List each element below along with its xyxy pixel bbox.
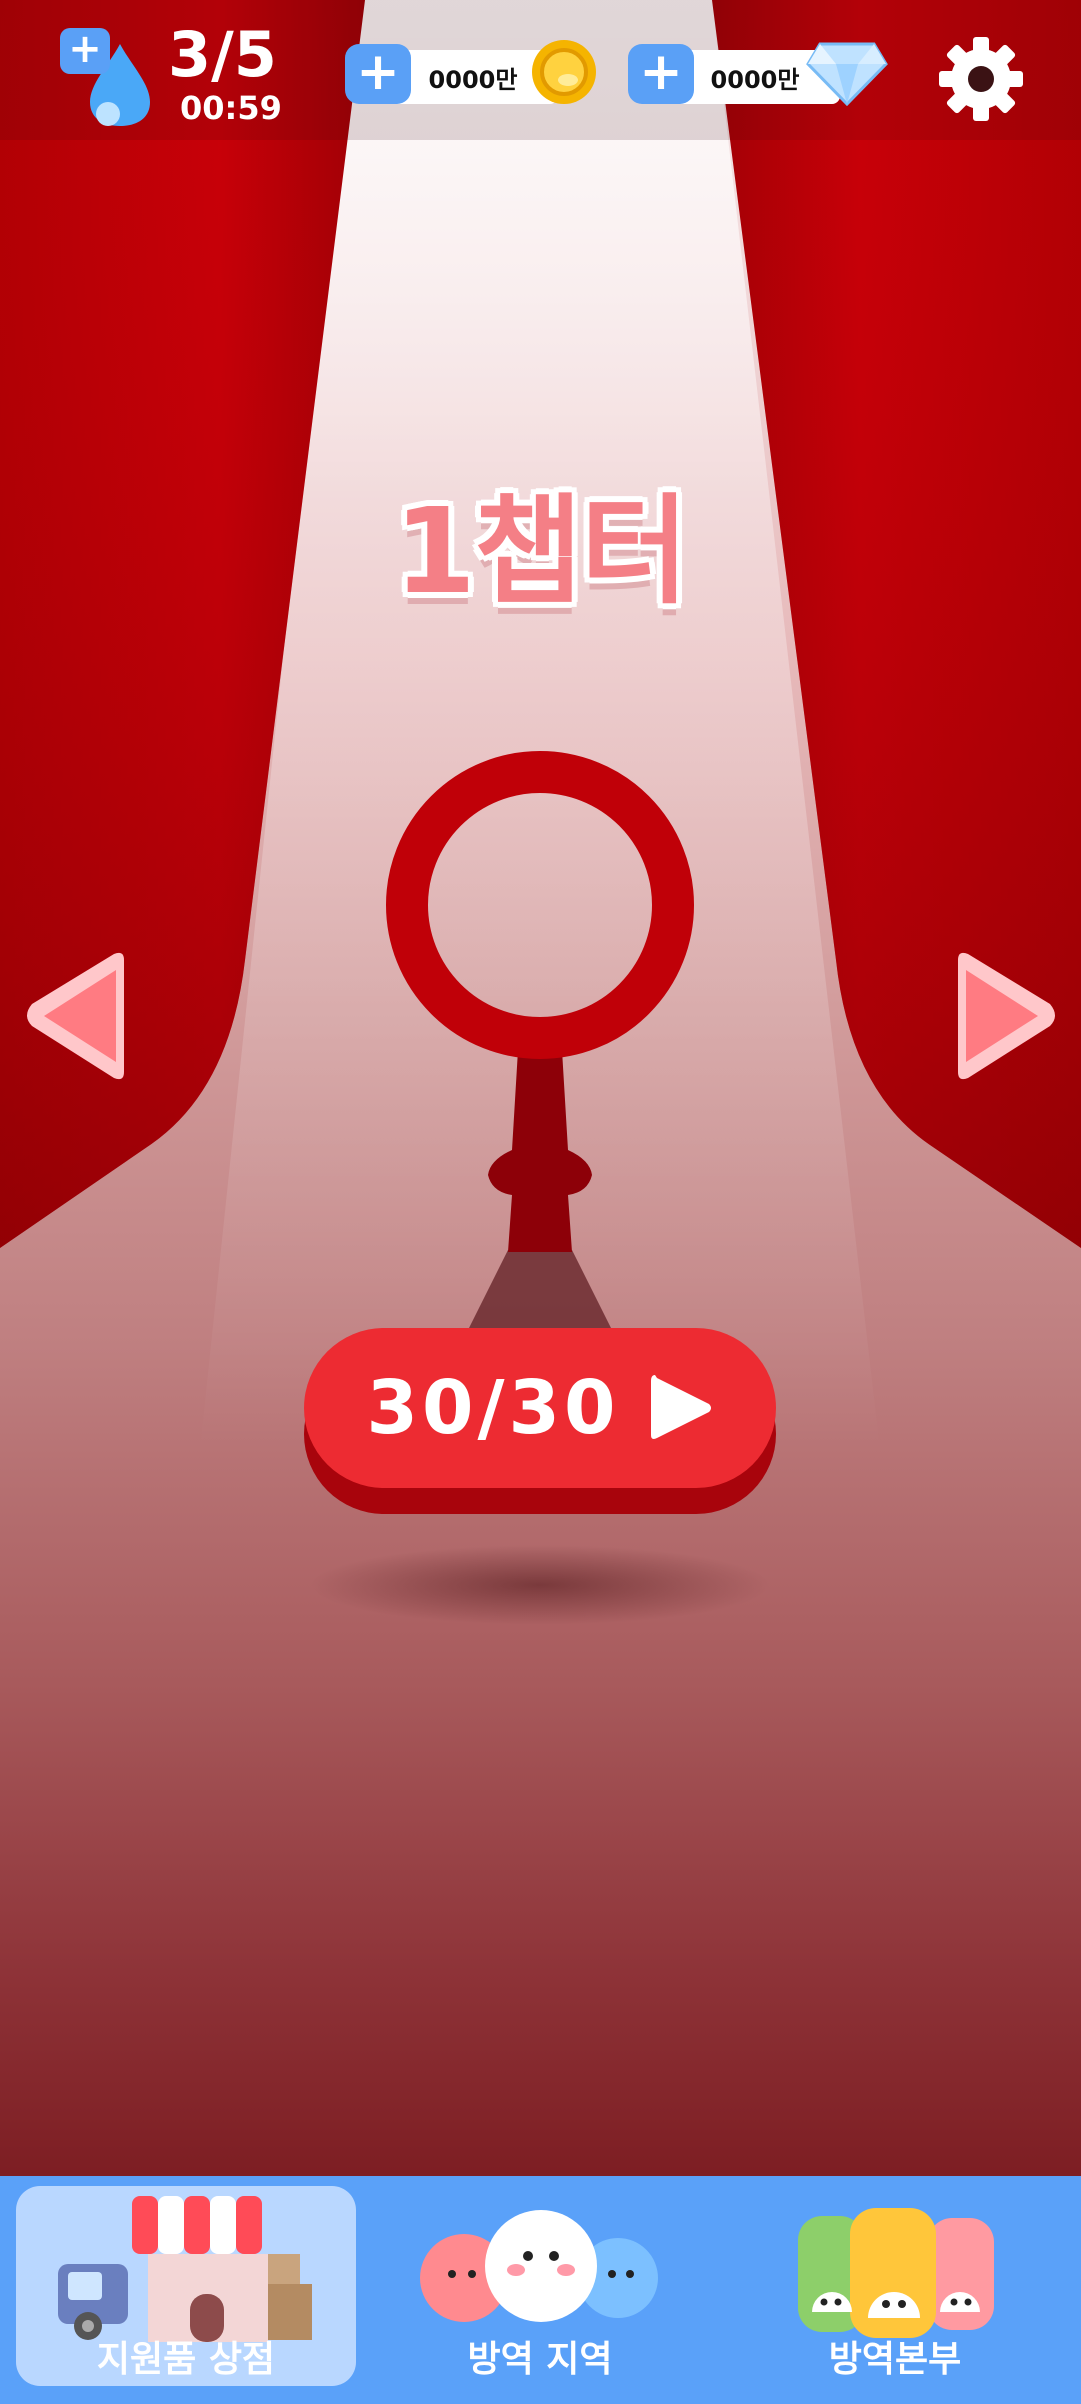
nav-label-shop: 지원품 상점 — [96, 2339, 276, 2380]
add-coins-button[interactable]: + — [345, 44, 411, 104]
shop-icon — [58, 2196, 312, 2342]
diamond-icon — [806, 42, 888, 106]
nav-item-shop[interactable]: 지원품 상점 — [16, 2186, 356, 2386]
chapter-title: 1챕터 — [393, 482, 689, 620]
add-energy-button[interactable]: + — [60, 28, 110, 74]
play-icon — [651, 1375, 712, 1439]
virus-characters-icon — [420, 2210, 658, 2322]
nav-label-headquarters: 방역본부 — [828, 2339, 962, 2380]
energy-count: 3/5 — [168, 18, 277, 91]
arrow-left-icon[interactable] — [20, 946, 132, 1086]
play-stage-button[interactable]: 30/30 — [304, 1328, 776, 1488]
energy-timer: 00:59 — [180, 89, 282, 127]
nav-item-quarantine-area[interactable]: 방역 지역 — [380, 2186, 700, 2386]
stage-progress-label: 30/30 — [366, 1365, 620, 1451]
coin-icon — [532, 40, 596, 104]
gear-icon[interactable] — [936, 34, 1026, 124]
hq-characters-icon — [798, 2208, 994, 2338]
energy-widget[interactable]: + — [60, 28, 160, 128]
add-gems-button[interactable]: + — [628, 44, 694, 104]
curtain-scene — [0, 0, 1081, 1625]
bottom-navigation: 지원품 상점 방역 지역 방역본부 — [0, 2176, 1081, 2404]
stage-background: + 3/5 00:59 0000만 + 0000만 + 1챕터 30/30 지원… — [0, 0, 1081, 2404]
arrow-right-icon[interactable] — [950, 946, 1062, 1086]
nav-label-quarantine-area: 방역 지역 — [467, 2339, 613, 2380]
nav-item-headquarters[interactable]: 방역본부 — [730, 2186, 1060, 2386]
